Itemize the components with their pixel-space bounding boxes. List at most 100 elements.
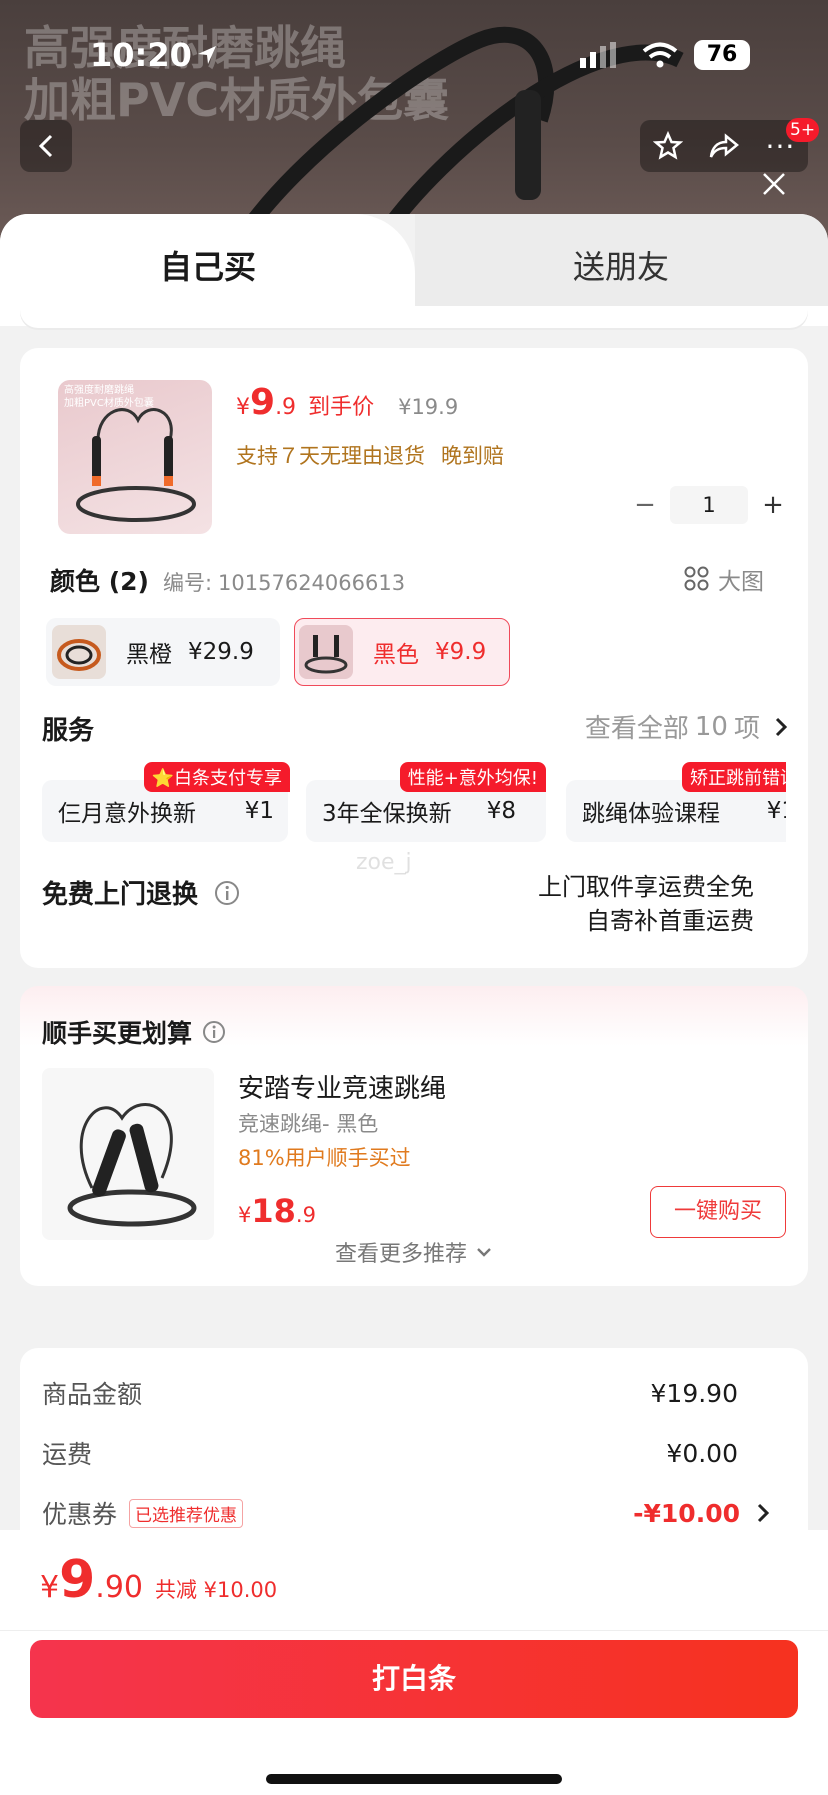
tab-bar: 送朋友 自己买 — [0, 214, 828, 306]
addon-price-integer: 18 — [251, 1192, 296, 1230]
back-button[interactable] — [20, 120, 72, 172]
close-icon[interactable] — [760, 170, 788, 198]
color-option-name: 黑色 — [373, 642, 419, 668]
quantity-input[interactable]: 1 — [670, 486, 748, 524]
free-return-desc-1: 上门取件享运费全免 — [538, 873, 754, 901]
color-option-black-orange[interactable]: 黑橙 ¥29.9 — [46, 618, 280, 686]
speed-rope-icon — [67, 1103, 197, 1227]
status-bar: 10:20 76 — [0, 30, 828, 80]
footer: ¥ 9 .90 共减 ¥10.00 打白条 — [0, 1530, 828, 1795]
goods-amount-value: ¥19.90 — [650, 1378, 738, 1408]
color-option-name: 黑橙 — [126, 642, 172, 668]
addon-spec: 竞速跳绳- 黑色 — [238, 1112, 379, 1136]
addon-card: 顺手买更划算 安踏专业竞速跳绳 竞速跳绳- 黑色 81%用户顺手买过 ¥ 18 … — [20, 986, 808, 1286]
service-item-name: 仨月意外换新 — [58, 801, 196, 827]
service-view-all[interactable]: 查看全部 10 项 — [585, 708, 788, 745]
service-item[interactable]: 仨月意外换新 ¥1 ⭐白条支付专享 — [42, 762, 290, 842]
grid-icon — [684, 566, 709, 591]
big-image-button[interactable]: 大图 — [684, 562, 764, 596]
more-recommend-link[interactable]: 查看更多推荐 — [20, 1236, 808, 1268]
summary-goods-row: 商品金额 ¥19.90 — [42, 1373, 770, 1413]
total-decimal: .90 — [95, 1570, 143, 1605]
service-item-price: ¥1 — [244, 798, 274, 824]
price-integer: 9 — [250, 382, 276, 423]
chevron-right-icon — [775, 717, 788, 736]
pay-button[interactable]: 打白条 — [30, 1640, 798, 1718]
addon-price: ¥ 18 .9 — [238, 1192, 316, 1230]
quantity-stepper: − 1 + — [630, 486, 788, 524]
tab-self[interactable]: 自己买 — [0, 214, 415, 306]
service-count-unit: 项 — [733, 714, 760, 744]
service-item[interactable]: 跳绳体验课程 ¥1 矫正跳前错误 — [566, 762, 786, 842]
promise-row: 支持７天无理由退货 晚到赔 — [236, 440, 504, 470]
info-icon[interactable] — [214, 880, 240, 906]
tab-gift[interactable]: 送朋友 — [415, 214, 828, 306]
chevron-down-icon — [477, 1248, 491, 1257]
shipping-label: 运费 — [42, 1440, 93, 1469]
price-tag: 到手价 — [308, 395, 375, 420]
service-count: 10 — [694, 711, 728, 742]
signal-icon — [580, 42, 616, 68]
addon-product-image — [42, 1068, 214, 1240]
product-code: 10157624066613 — [218, 571, 406, 595]
coupon-value: -¥10.00 — [633, 1498, 740, 1528]
price-decimal: .9 — [275, 395, 297, 420]
more-recommend-label: 查看更多推荐 — [334, 1242, 467, 1267]
addon-price-decimal: .9 — [295, 1203, 316, 1227]
shipping-value: ¥0.00 — [666, 1438, 738, 1468]
service-item-badge: 性能+意外均保! — [399, 762, 546, 792]
divider — [20, 306, 808, 328]
top-action-group: ··· — [640, 120, 808, 172]
color-option-price: ¥9.9 — [435, 639, 487, 665]
big-image-label: 大图 — [718, 569, 764, 595]
quantity-minus-button[interactable]: − — [630, 490, 660, 520]
free-return-desc-2: 自寄补首重运费 — [586, 907, 754, 935]
color-option-price: ¥29.9 — [188, 639, 254, 665]
chevron-right-icon — [757, 1503, 770, 1523]
total-currency: ¥ — [40, 1570, 60, 1605]
late-compensation: 晚到赔 — [441, 444, 504, 468]
service-item-price: ¥8 — [486, 798, 516, 824]
summary-shipping-row: 运费 ¥0.00 — [42, 1433, 770, 1473]
coupon-left: 优惠券 已选推荐优惠 — [42, 1495, 244, 1531]
view-all-label: 查看全部 — [584, 714, 689, 744]
total-integer: 9 — [59, 1550, 96, 1610]
free-return-desc: 上门取件享运费全免 自寄补首重运费 — [538, 870, 754, 938]
service-item[interactable]: 3年全保换新 ¥8 性能+意外均保! — [306, 762, 546, 842]
product-image: 高强度耐磨跳绳 加粗PVC材质外包囊 — [58, 380, 212, 534]
location-arrow-icon — [198, 46, 216, 64]
code-label: 编号: — [162, 571, 213, 595]
tab-gift-label: 送朋友 — [573, 248, 670, 286]
price-row: ¥ 9 .9 到手价 ¥19.9 — [236, 382, 458, 423]
star-icon[interactable] — [652, 131, 683, 161]
price-currency: ¥ — [236, 395, 250, 420]
service-item-name: 跳绳体验课程 — [582, 801, 720, 827]
color-thumb-black — [299, 625, 353, 679]
quantity-plus-button[interactable]: + — [758, 490, 788, 520]
info-icon[interactable] — [202, 1020, 226, 1044]
total-price: ¥ 9 .90 共减 ¥10.00 — [40, 1550, 277, 1610]
service-item-price: ¥1 — [766, 798, 786, 824]
chevron-left-icon — [38, 134, 53, 158]
wifi-icon — [642, 42, 678, 68]
original-price: ¥19.9 — [398, 395, 459, 419]
share-icon[interactable] — [708, 131, 740, 161]
coupon-label: 优惠券 — [42, 1500, 118, 1529]
addon-stat: 81%用户顺手买过 — [238, 1146, 411, 1170]
total-saved: 共减 ¥10.00 — [155, 1578, 278, 1602]
service-item-badge: ⭐白条支付专享 — [143, 762, 290, 792]
home-indicator — [266, 1774, 562, 1784]
one-click-buy-button[interactable]: 一键购买 — [650, 1186, 786, 1238]
service-item-name: 3年全保换新 — [322, 801, 452, 827]
status-time: 10:20 — [90, 36, 192, 74]
color-header: 颜色 (2) 编号: 10157624066613 — [50, 562, 405, 598]
notification-badge: 5+ — [786, 118, 820, 142]
color-label: 颜色 (2) — [50, 567, 149, 596]
watermark: zoe_j — [356, 850, 412, 875]
battery-indicator: 76 — [694, 40, 750, 70]
color-option-black[interactable]: 黑色 ¥9.9 — [294, 618, 510, 686]
color-thumb-black-orange — [52, 625, 106, 679]
summary-coupon-row[interactable]: 优惠券 已选推荐优惠 -¥10.00 — [42, 1493, 770, 1533]
service-item-clip: 跳绳体验课程 ¥1 矫正跳前错误 — [566, 754, 786, 854]
service-item-badge: 矫正跳前错误 — [682, 762, 786, 792]
